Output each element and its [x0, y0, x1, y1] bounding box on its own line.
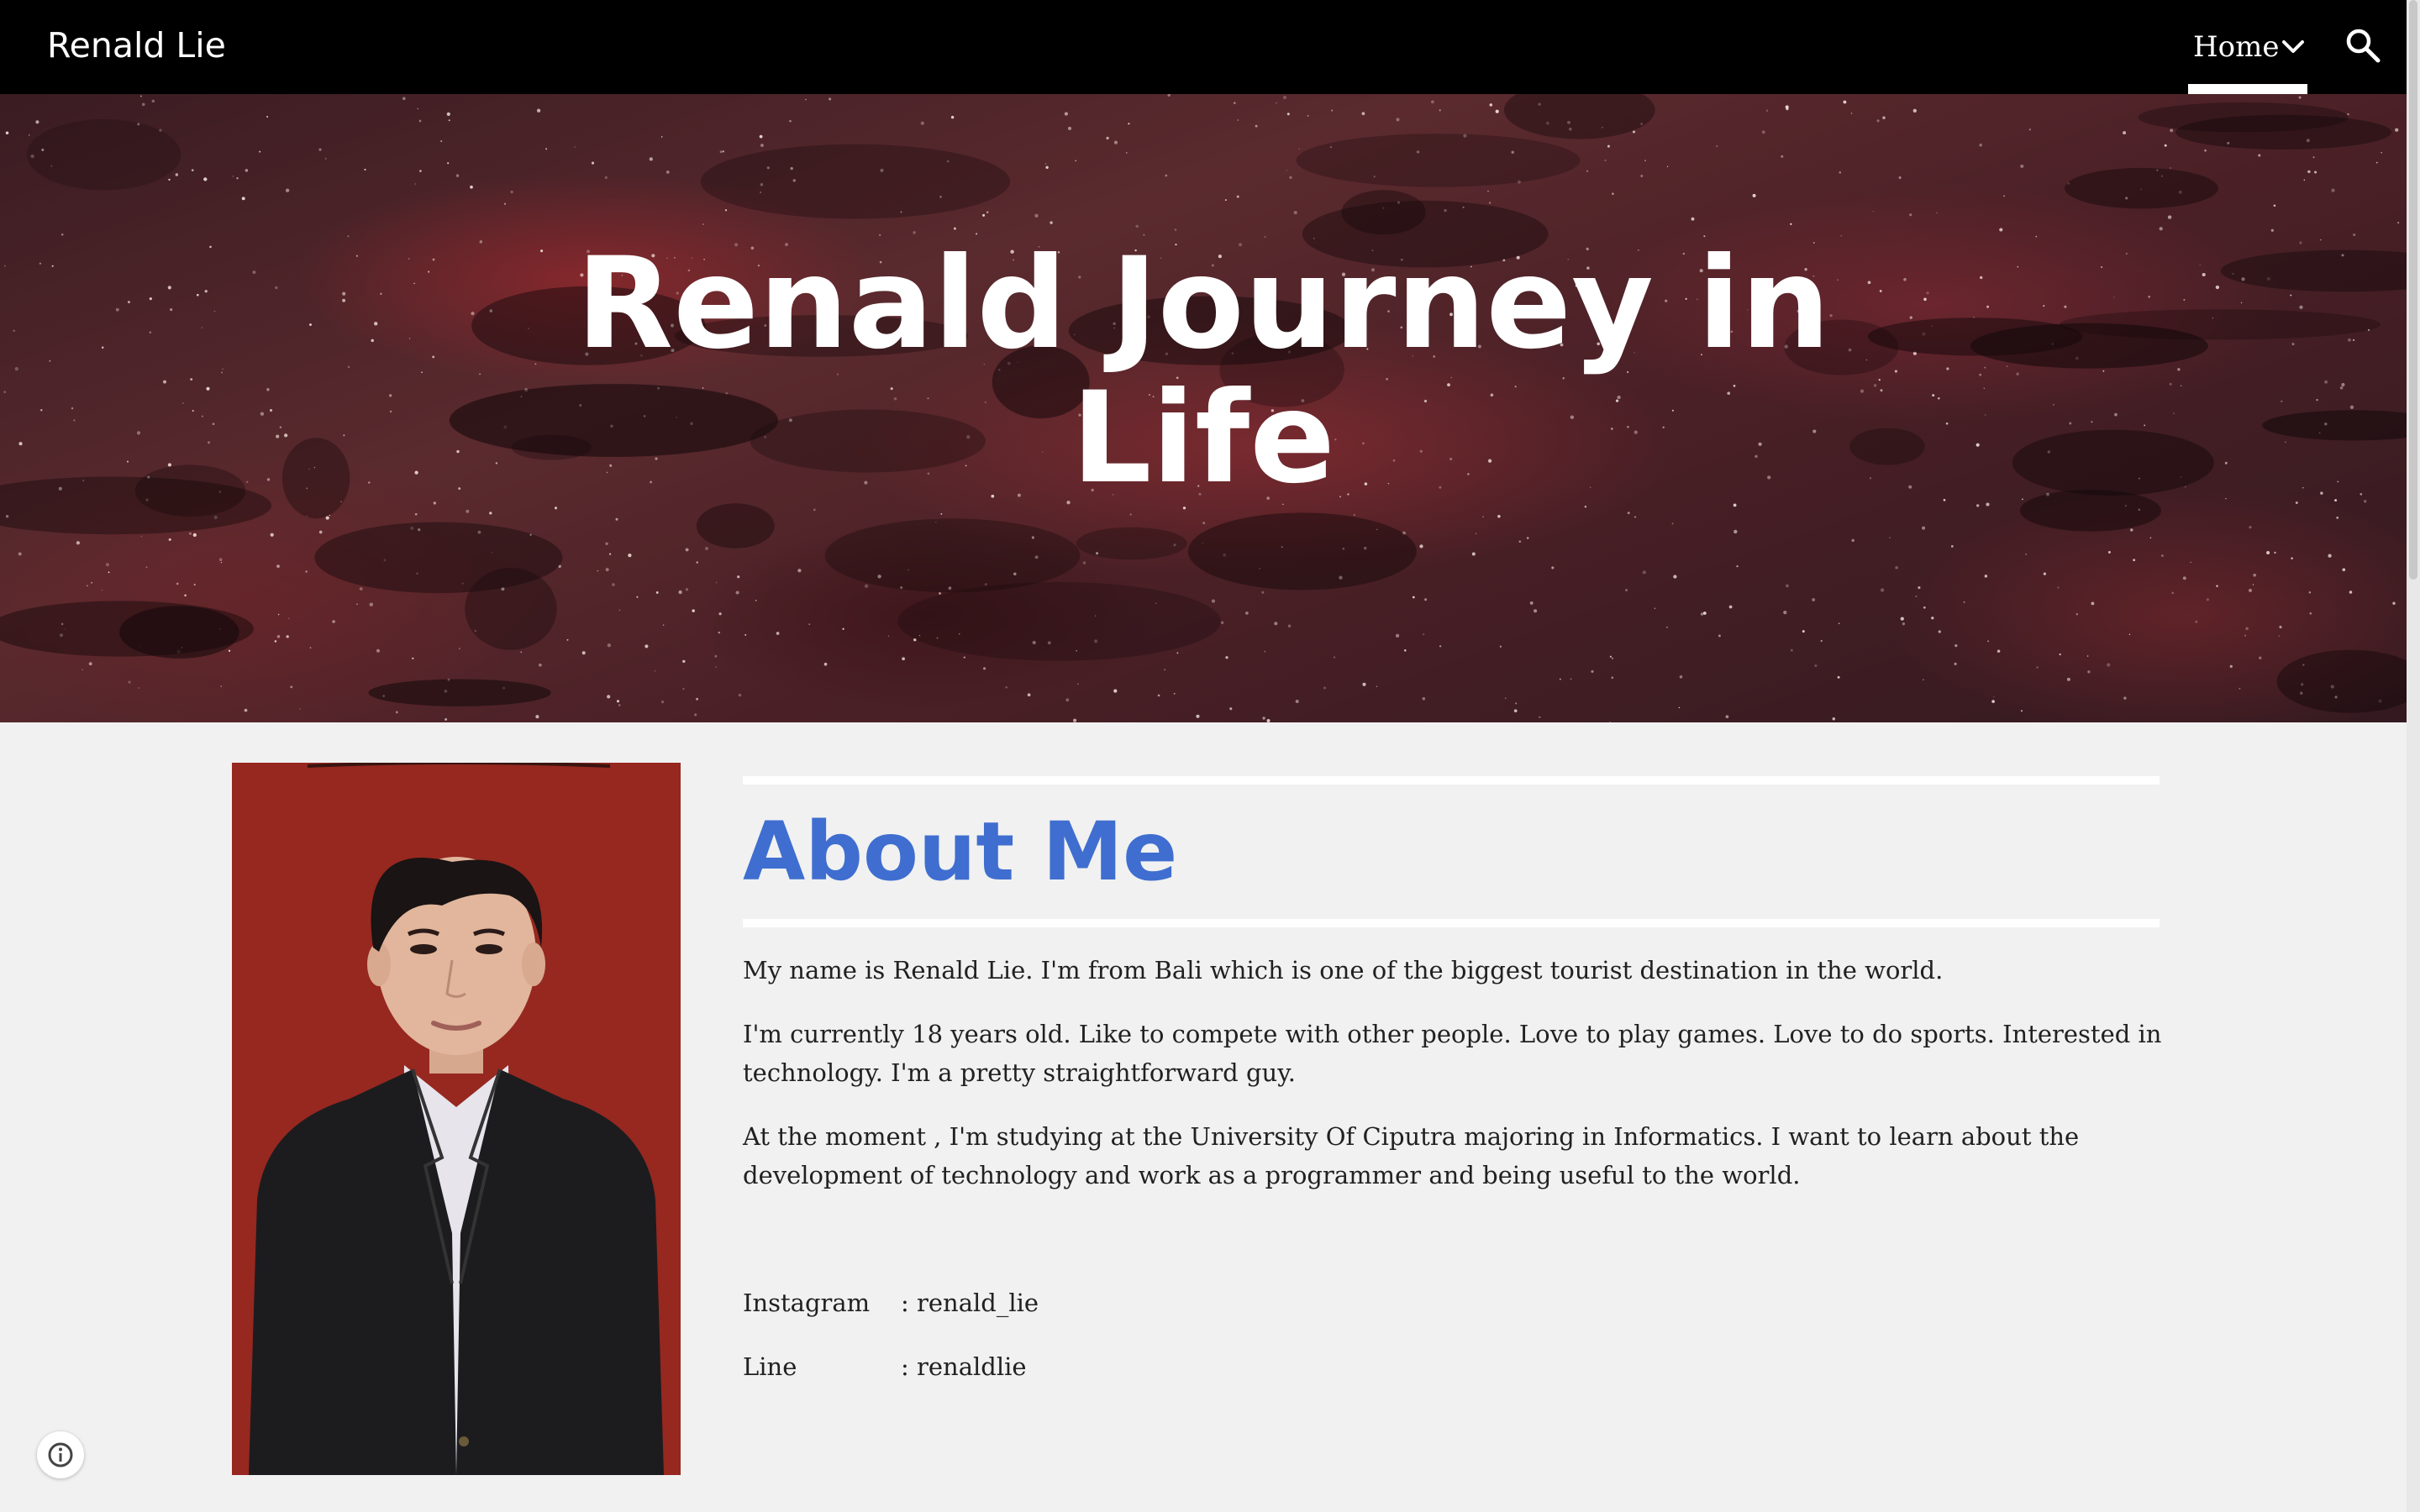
- about-paragraph-3: At the moment , I'm studying at the Univ…: [743, 1122, 2080, 1189]
- nav-item-home[interactable]: Home: [2188, 22, 2307, 94]
- contact-label: Line: [743, 1352, 797, 1381]
- contact-value: : renald_lie: [901, 1289, 1039, 1317]
- page-scrollbar[interactable]: [2407, 0, 2420, 1512]
- about-paragraph-2: I'm currently 18 years old. Like to comp…: [743, 1020, 2162, 1087]
- page-title-line-1: Renald Journey in: [576, 231, 1831, 377]
- scrollbar-thumb[interactable]: [2409, 0, 2417, 580]
- search-icon[interactable]: [2344, 27, 2381, 64]
- portrait-illustration: [232, 763, 681, 1475]
- page-title-line-2: Life: [1071, 365, 1335, 512]
- profile-photo: [232, 763, 681, 1475]
- nav-item-home-label: Home: [2193, 30, 2280, 64]
- site-info-button[interactable]: [37, 1431, 84, 1478]
- section-divider-bottom: [743, 919, 2160, 927]
- contact-label: Instagram: [743, 1289, 871, 1317]
- about-heading: About Me: [743, 805, 1178, 899]
- contact-value: : renaldlie: [901, 1352, 1027, 1381]
- section-divider-top: [743, 776, 2160, 785]
- page-title: Renald Journey in Life: [0, 237, 2407, 506]
- top-navigation-bar: Renald Lie Home: [0, 0, 2407, 94]
- nav-active-indicator: [2188, 84, 2307, 94]
- info-icon: [48, 1442, 73, 1467]
- hero-banner: Renald Journey in Life: [0, 94, 2407, 722]
- about-paragraph-1: My name is Renald Lie. I'm from Bali whi…: [743, 956, 1944, 984]
- chevron-down-icon[interactable]: [2281, 37, 2306, 57]
- site-title[interactable]: Renald Lie: [47, 22, 226, 69]
